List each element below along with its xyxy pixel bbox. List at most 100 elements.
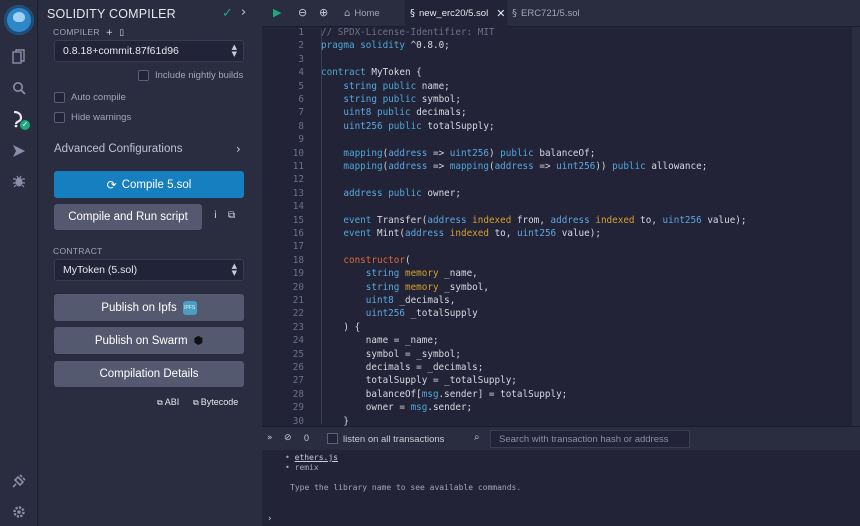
line-number: 3: [298, 53, 304, 65]
ipfs-icon: IPFS: [182, 300, 197, 315]
tab-home[interactable]: ⌂ Home: [342, 0, 404, 27]
compiler-label-text: COMPILER: [53, 27, 100, 37]
compiled-success-icon: ✓: [20, 120, 30, 130]
line-number: 13: [292, 187, 304, 199]
contract-label: CONTRACT: [53, 246, 103, 256]
listen-all-checkbox[interactable]: [327, 433, 338, 444]
compilation-details-label: Compilation Details: [99, 368, 199, 380]
terminal-help: Type the library name to see available c…: [290, 483, 522, 492]
zoom-out-icon[interactable]: ⊖: [298, 6, 307, 19]
tab-erc721[interactable]: § ERC721/5.sol: [508, 0, 588, 27]
files-icon[interactable]: [7, 45, 31, 69]
terminal-line: • ethers.js: [285, 453, 338, 462]
contract-select[interactable]: MyToken (5.sol) ▲ ▼: [54, 259, 244, 281]
code-line: string memory _symbol,: [365, 281, 489, 293]
info-icon[interactable]: i: [214, 210, 217, 221]
swarm-icon: ⬢: [193, 334, 204, 347]
line-number: 18: [292, 254, 304, 266]
tab-erc721-label: ERC721/5.sol: [521, 8, 580, 19]
line-number: 8: [298, 120, 304, 132]
abi-link[interactable]: ⧉ ABI: [157, 397, 179, 408]
copy-icon: ⧉: [193, 398, 199, 407]
chevron-right-icon[interactable]: ›: [241, 5, 246, 20]
panel-title: SOLIDITY COMPILER: [47, 7, 176, 21]
line-number: 2: [298, 40, 304, 52]
run-icon[interactable]: ▶: [273, 6, 281, 19]
zoom-in-icon[interactable]: ⊕: [319, 6, 328, 19]
editor-scrollbar[interactable]: [852, 27, 860, 426]
check-icon: ✓: [222, 6, 233, 21]
compiler-version-select[interactable]: 0.8.18+commit.87f61d96 ▲ ▼: [54, 40, 244, 62]
line-number: 16: [292, 228, 304, 239]
search-icon[interactable]: [7, 76, 31, 100]
compiler-panel: SOLIDITY COMPILER ✓ › COMPILER + ▯ 0.8.18+…: [38, 0, 262, 526]
line-number: 9: [298, 134, 304, 146]
collapse-terminal-icon[interactable]: »: [267, 433, 273, 443]
compile-run-label: Compile and Run script: [68, 211, 188, 223]
editor-tab-bar: ▶ ⊖ ⊕ ⌂ Home § new_erc20/5.sol ✕ § ERC721/5.…: [262, 0, 860, 27]
chevron-right-icon[interactable]: ›: [236, 142, 241, 156]
hide-warnings-checkbox[interactable]: [54, 112, 65, 123]
contract-value: MyToken (5.sol): [63, 264, 138, 276]
code-line: totalSupply = _totalSupply;: [321, 375, 517, 387]
line-number-gutter: 1 2 3 4 5 6 7 8 9 10 11 12 13 14 15 16 17 18 19 20 21 22 23 24 2…: [262, 27, 312, 426]
line-number: 28: [292, 388, 304, 400]
compilation-details-button[interactable]: Compilation Details: [54, 361, 244, 387]
settings-icon[interactable]: [7, 500, 31, 524]
icon-rail: ✓: [0, 0, 38, 526]
compile-button[interactable]: ⟳ Compile 5.sol: [54, 171, 244, 198]
remix-logo-icon[interactable]: [4, 5, 34, 35]
terminal-output: • ethers.js • remix Type the library nam…: [262, 450, 860, 526]
bytecode-link[interactable]: ⧉ Bytecode: [193, 397, 238, 408]
close-icon[interactable]: ✕: [496, 7, 505, 20]
select-arrows-icon: ▲ ▼: [231, 262, 237, 277]
line-number: 6: [298, 94, 304, 105]
line-number: 30: [292, 415, 304, 426]
code-line: balanceOf[msg.sender] = totalSupply;: [321, 388, 568, 400]
code-line: event Mint(address indexed to, uint256 v…: [343, 228, 601, 239]
tab-new-erc20-label: new_erc20/5.sol: [419, 8, 489, 19]
advanced-config-toggle[interactable]: Advanced Configurations: [54, 143, 183, 155]
include-nightly-checkbox[interactable]: [138, 70, 149, 81]
compiler-label: COMPILER + ▯: [53, 27, 124, 38]
line-number: 14: [292, 201, 304, 213]
clear-console-icon[interactable]: ⊘: [284, 433, 292, 443]
auto-compile-checkbox[interactable]: [54, 92, 65, 103]
terminal-text-remix: remix: [294, 463, 319, 472]
tab-new-erc20[interactable]: § new_erc20/5.sol ✕: [405, 0, 507, 27]
pending-tx-count: 0: [304, 433, 310, 443]
compile-run-button[interactable]: Compile and Run script: [54, 204, 202, 230]
publish-ipfs-button[interactable]: Publish on Ipfs IPFS: [54, 294, 244, 321]
terminal-line: • remix: [285, 463, 319, 472]
line-number: 1: [298, 27, 304, 38]
terminal-link-ethers[interactable]: ethers.js: [295, 453, 338, 462]
add-compiler-icon[interactable]: +: [106, 28, 113, 38]
code-line: uint256 _totalSupply: [365, 308, 478, 320]
code-editor[interactable]: 1 2 3 4 5 6 7 8 9 10 11 12 13 14 15 16 17 18 19 20 21 22 23 24 2…: [262, 27, 860, 426]
terminal-prompt-icon[interactable]: ›: [268, 514, 272, 524]
plugin-icon[interactable]: [7, 469, 31, 493]
deploy-run-icon[interactable]: [7, 139, 31, 163]
solidity-compiler-icon[interactable]: ✓: [7, 107, 31, 131]
code-line: string memory _name,: [365, 268, 478, 280]
listen-all-label: listen on all transactions: [343, 434, 445, 445]
publish-swarm-button[interactable]: Publish on Swarm ⬢: [54, 327, 244, 354]
debugger-icon[interactable]: [7, 169, 31, 193]
document-icon[interactable]: ▯: [119, 28, 124, 38]
copy-icon[interactable]: ⧉: [228, 210, 235, 221]
code-line: }: [321, 415, 349, 426]
line-number: 11: [292, 161, 304, 172]
code-line: // SPDX-License-Identifier: MIT: [321, 27, 495, 38]
include-nightly-label: Include nightly builds: [155, 70, 244, 81]
home-icon: ⌂: [344, 8, 351, 19]
bytecode-link-label: Bytecode: [200, 397, 239, 407]
line-number: 4: [298, 67, 304, 79]
line-number: 26: [292, 362, 304, 373]
line-number: 19: [292, 268, 304, 280]
copy-icon: ⧉: [157, 398, 163, 407]
code-line: uint8 _decimals,: [365, 295, 456, 306]
code-line: uint8 public decimals;: [343, 107, 467, 119]
line-number: 7: [298, 107, 304, 119]
tx-search-input[interactable]: Search with transaction hash or address: [490, 430, 690, 448]
line-number: 27: [292, 375, 304, 387]
